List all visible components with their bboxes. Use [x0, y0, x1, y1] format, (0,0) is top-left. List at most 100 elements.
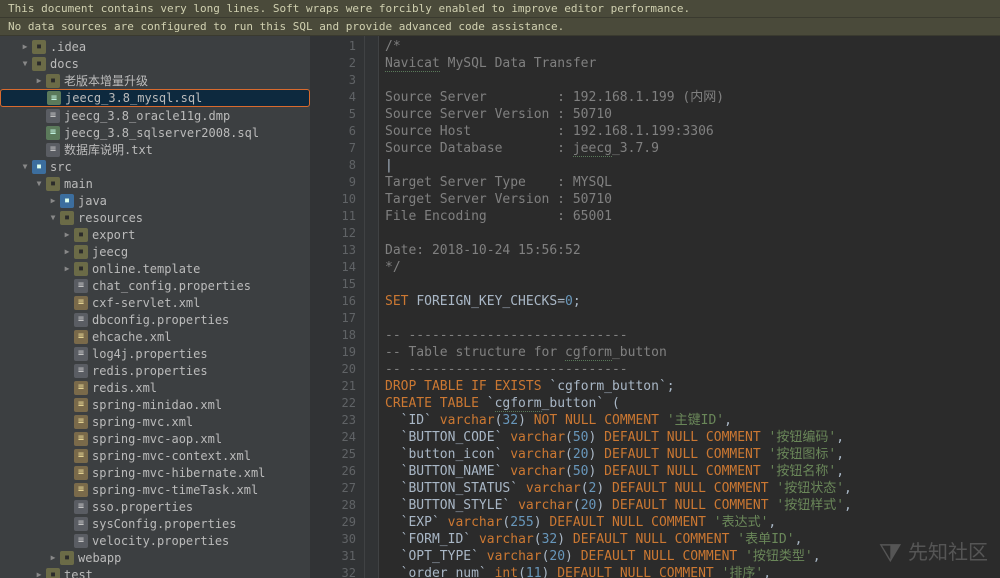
tree-item--[interactable]: ▶▪老版本增量升级 [0, 72, 310, 89]
code-line[interactable]: File Encoding : 65001 [385, 208, 994, 225]
code-line[interactable]: `button_icon` varchar(20) DEFAULT NULL C… [385, 446, 994, 463]
chevron-down-icon[interactable]: ▼ [20, 59, 30, 69]
tree-item--idea[interactable]: ▶▪.idea [0, 38, 310, 55]
code-line[interactable]: `FORM_ID` varchar(32) DEFAULT NULL COMME… [385, 531, 994, 548]
code-line[interactable] [385, 225, 994, 242]
tree-item-jeecg[interactable]: ▶▪jeecg [0, 243, 310, 260]
chevron-right-icon[interactable]: ▶ [34, 76, 44, 86]
tree-item-redis-properties[interactable]: ≡redis.properties [0, 362, 310, 379]
tree-item-velocity-properties[interactable]: ≡velocity.properties [0, 532, 310, 549]
folder-icon: ▪ [60, 551, 74, 565]
tree-item-dbconfig-properties[interactable]: ≡ dbconfig.properties [0, 311, 310, 328]
chevron-right-icon[interactable]: ▶ [20, 42, 30, 52]
no-arrow [62, 451, 72, 461]
code-line[interactable]: `order_num` int(11) DEFAULT NULL COMMENT… [385, 565, 994, 578]
code-line[interactable]: | [385, 157, 994, 174]
tree-item-label: log4j.properties [92, 347, 208, 361]
code-line[interactable]: `BUTTON_STATUS` varchar(2) DEFAULT NULL … [385, 480, 994, 497]
chevron-down-icon[interactable]: ▼ [20, 162, 30, 172]
tree-item-spring-minidao-xml[interactable]: ≡spring-minidao.xml [0, 396, 310, 413]
code-line[interactable]: `EXP` varchar(255) DEFAULT NULL COMMENT … [385, 514, 994, 531]
code-line[interactable]: `BUTTON_CODE` varchar(50) DEFAULT NULL C… [385, 429, 994, 446]
tree-item-spring-mvc-aop-xml[interactable]: ≡spring-mvc-aop.xml [0, 430, 310, 447]
code-line[interactable]: */ [385, 259, 994, 276]
code-line[interactable]: `BUTTON_STYLE` varchar(20) DEFAULT NULL … [385, 497, 994, 514]
tree-item-src[interactable]: ▼▪src [0, 158, 310, 175]
tree-item-online-template[interactable]: ▶▪online.template [0, 260, 310, 277]
code-line[interactable]: DROP TABLE IF EXISTS `cgform_button`; [385, 378, 994, 395]
code-content[interactable]: /*Navicat MySQL Data Transfer Source Serv… [379, 36, 1000, 578]
tree-item-ehcache-xml[interactable]: ≡ehcache.xml [0, 328, 310, 345]
chevron-down-icon[interactable]: ▼ [34, 179, 44, 189]
code-line[interactable]: Navicat MySQL Data Transfer [385, 55, 994, 72]
tree-item-label: sysConfig.properties [92, 517, 237, 531]
tree-item-spring-mvc-timetask-xml[interactable]: ≡spring-mvc-timeTask.xml [0, 481, 310, 498]
code-line[interactable] [385, 72, 994, 89]
chevron-right-icon[interactable]: ▶ [62, 247, 72, 257]
code-line[interactable]: Target Server Version : 50710 [385, 191, 994, 208]
chevron-right-icon[interactable]: ▶ [34, 570, 44, 578]
code-line[interactable]: CREATE TABLE `cgform_button` ( [385, 395, 994, 412]
code-line[interactable]: Source Server Version : 50710 [385, 106, 994, 123]
tree-item-spring-mvc-hibernate-xml[interactable]: ≡spring-mvc-hibernate.xml [0, 464, 310, 481]
tree-item-docs[interactable]: ▼▪docs [0, 55, 310, 72]
code-line[interactable]: -- Table structure for cgform_button [385, 344, 994, 361]
tree-item-spring-mvc-xml[interactable]: ≡spring-mvc.xml [0, 413, 310, 430]
code-line[interactable]: Source Host : 192.168.1.199:3306 [385, 123, 994, 140]
chevron-right-icon[interactable]: ▶ [48, 553, 58, 563]
line-number: 32 [310, 565, 356, 578]
tree-item-log4j-properties[interactable]: ≡log4j.properties [0, 345, 310, 362]
code-line[interactable]: `BUTTON_NAME` varchar(50) DEFAULT NULL C… [385, 463, 994, 480]
tree-item-jeecg-3-8-sqlserver2008-sql[interactable]: ≡jeecg_3.8_sqlserver2008.sql [0, 124, 310, 141]
chevron-right-icon[interactable]: ▶ [48, 196, 58, 206]
chevron-right-icon[interactable]: ▶ [62, 230, 72, 240]
folder-icon: ▪ [74, 228, 88, 242]
line-number: 5 [310, 106, 356, 123]
tree-item-label: export [92, 228, 135, 242]
tree-item-test[interactable]: ▶▪test [0, 566, 310, 578]
xml-icon: ≡ [74, 432, 88, 446]
tree-item-jeecg-3-8-mysql-sql[interactable]: ≡jeecg_3.8_mysql.sql [0, 89, 310, 107]
chevron-down-icon[interactable]: ▼ [48, 213, 58, 223]
code-line[interactable]: Date: 2018-10-24 15:56:52 [385, 242, 994, 259]
tree-item-java[interactable]: ▶▪java [0, 192, 310, 209]
code-line[interactable]: Target Server Type : MYSQL [385, 174, 994, 191]
code-line[interactable]: `OPT_TYPE` varchar(20) DEFAULT NULL COMM… [385, 548, 994, 565]
no-arrow [35, 93, 45, 103]
fold-column[interactable] [365, 36, 379, 578]
tree-item-sso-properties[interactable]: ≡sso.properties [0, 498, 310, 515]
code-line[interactable] [385, 276, 994, 293]
tree-item-webapp[interactable]: ▶▪webapp [0, 549, 310, 566]
tree-item--txt[interactable]: ≡数据库说明.txt [0, 141, 310, 158]
code-line[interactable]: -- ---------------------------- [385, 361, 994, 378]
code-line[interactable]: SET FOREIGN_KEY_CHECKS=0; [385, 293, 994, 310]
tree-item-chat-config-properties[interactable]: ≡chat_config.properties [0, 277, 310, 294]
tree-item-label: jeecg_3.8_oracle11g.dmp [64, 109, 230, 123]
project-tree[interactable]: ▶▪.idea▼▪docs▶▪老版本增量升级≡jeecg_3.8_mysql.s… [0, 36, 310, 578]
tree-item-export[interactable]: ▶▪ export [0, 226, 310, 243]
code-line[interactable]: `ID` varchar(32) NOT NULL COMMENT '主键ID'… [385, 412, 994, 429]
line-number: 20 [310, 361, 356, 378]
line-number: 30 [310, 531, 356, 548]
chevron-right-icon[interactable]: ▶ [62, 264, 72, 274]
code-line[interactable]: Source Server : 192.168.1.199 (内网) [385, 89, 994, 106]
tree-item-cxf-servlet-xml[interactable]: ≡cxf-servlet.xml [0, 294, 310, 311]
no-arrow [34, 111, 44, 121]
tree-item-jeecg-3-8-oracle11g-dmp[interactable]: ≡jeecg_3.8_oracle11g.dmp [0, 107, 310, 124]
prop-icon: ≡ [74, 313, 88, 327]
tree-item-label: dbconfig.properties [92, 313, 229, 327]
code-line[interactable]: Source Database : jeecg_3.7.9 [385, 140, 994, 157]
tree-item-sysconfig-properties[interactable]: ≡sysConfig.properties [0, 515, 310, 532]
no-arrow [62, 536, 72, 546]
tree-item-main[interactable]: ▼▪main [0, 175, 310, 192]
code-line[interactable] [385, 310, 994, 327]
no-arrow [34, 128, 44, 138]
tree-item-label: chat_config.properties [92, 279, 251, 293]
tree-item-spring-mvc-context-xml[interactable]: ≡spring-mvc-context.xml [0, 447, 310, 464]
tree-item-resources[interactable]: ▼▪resources [0, 209, 310, 226]
code-line[interactable]: /* [385, 38, 994, 55]
code-line[interactable]: -- ---------------------------- [385, 327, 994, 344]
line-number: 11 [310, 208, 356, 225]
tree-item-redis-xml[interactable]: ≡redis.xml [0, 379, 310, 396]
code-editor[interactable]: 1234567891011121314151617181920212223242… [310, 36, 1000, 578]
